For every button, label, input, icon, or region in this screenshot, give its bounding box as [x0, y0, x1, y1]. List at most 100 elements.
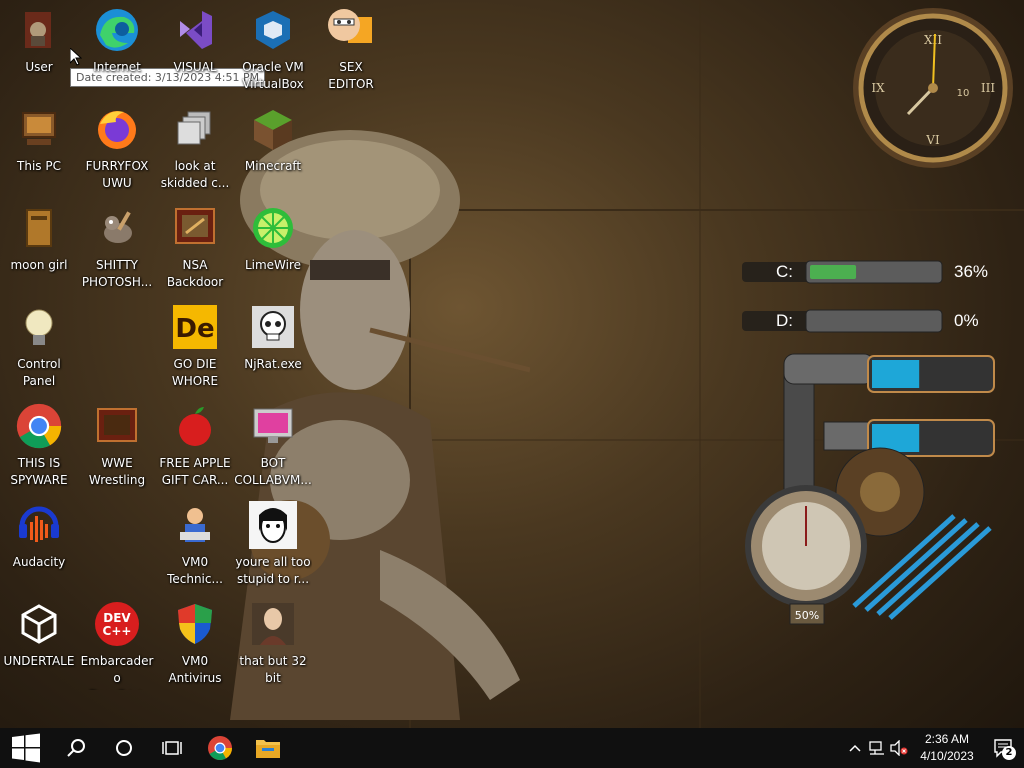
steampunk-clock-gadget[interactable]: XII VI IX III 10 — [848, 4, 1018, 172]
cpu-meter-gadget[interactable]: 50% — [744, 346, 1000, 648]
tv-icon — [93, 402, 141, 450]
desktop-icon[interactable]: This PC — [0, 99, 78, 195]
desktop-icon-label: NSA Backdoor — [166, 258, 224, 289]
shield-icon — [171, 600, 219, 648]
search-button[interactable] — [52, 728, 100, 768]
painting-icon — [249, 600, 297, 648]
desktop-icon-label: SEX EDITOR — [328, 60, 374, 91]
desktop-icon[interactable]: Internet — [78, 0, 156, 96]
desktop-icon-label: look at skidded c... — [160, 159, 230, 190]
firefox-icon — [93, 105, 141, 153]
svg-text:VI: VI — [925, 133, 940, 147]
file-explorer-icon — [256, 740, 280, 758]
portrait-icon — [249, 501, 297, 549]
desktop-icon-label: VM0 Antivirus — [168, 654, 222, 685]
editor-icon — [327, 6, 375, 54]
taskbar-time: 2:36 AM — [924, 732, 970, 746]
desktop-icon-label: Internet — [93, 60, 141, 74]
desktop-icon[interactable]: WWE Wrestling — [78, 396, 156, 492]
desktop-icon-label: THIS IS SPYWARE — [10, 456, 68, 487]
desktop-icon-label: youre all too stupid to r... — [235, 555, 311, 586]
desktop-icon[interactable]: moon girl — [0, 198, 78, 294]
desktop-icon[interactable]: FURRYFOX UWU — [78, 99, 156, 195]
limewire-icon — [249, 204, 297, 252]
desktop-icon[interactable]: Control Panel — [0, 297, 78, 393]
drive-c-meter[interactable]: C: 36% — [742, 258, 1022, 286]
desktop-icon[interactable]: look at skidded c... — [156, 99, 234, 195]
desktop-icon[interactable]: NSA Backdoor — [156, 198, 234, 294]
svg-text:DEV: DEV — [103, 611, 131, 625]
taskbar-clock[interactable]: 2:36 AM 4/10/2023 — [910, 731, 984, 765]
monitor-icon — [249, 402, 297, 450]
desktop-icon[interactable]: Audacity — [0, 495, 78, 591]
files-icon — [171, 105, 219, 153]
volume-muted-icon — [890, 740, 908, 756]
desktop-icon[interactable]: THIS IS SPYWARE — [0, 396, 78, 492]
desktop-icon[interactable]: Minecraft — [234, 99, 312, 195]
cortana-icon — [116, 740, 132, 756]
desktop-icon[interactable]: that but 32 bit — [234, 594, 312, 690]
taskbar-file-explorer-button[interactable] — [244, 728, 292, 768]
desktop-icon-label: BOT COLLABVM... — [234, 456, 312, 487]
desktop-icon-label: This PC — [17, 159, 61, 173]
task-view-icon — [162, 741, 182, 755]
desktop-icon-label: UNDERTALE — [3, 654, 75, 668]
volume-button[interactable] — [888, 728, 910, 768]
desktop-icon[interactable]: User — [0, 0, 78, 96]
search-icon — [67, 739, 85, 757]
desktop-icon-label: Embarcadero Dev-C++ — [80, 654, 154, 690]
desktop-icon[interactable]: LimeWire — [234, 198, 312, 294]
desktop-icon[interactable]: BOT COLLABVM... — [234, 396, 312, 492]
desktop-icon[interactable]: FREE APPLE GIFT CAR... — [156, 396, 234, 492]
desktop-icon[interactable]: youre all too stupid to r... — [234, 495, 312, 591]
desktop-icon-label: User — [25, 60, 53, 74]
cpu-gauge-text: 50% — [795, 609, 819, 622]
chrome-icon — [208, 736, 232, 761]
desktop-icon-label: Minecraft — [244, 159, 302, 173]
desktop-icon[interactable]: DEVC++ Embarcadero Dev-C++ — [78, 594, 156, 690]
technician-icon — [171, 501, 219, 549]
desktop-icon[interactable]: VM0 Antivirus — [156, 594, 234, 690]
taskbar-date: 4/10/2023 — [920, 749, 974, 763]
virtualbox-icon — [249, 6, 297, 54]
drive-c-percent: 36% — [954, 262, 989, 281]
show-hidden-icons-button[interactable] — [844, 728, 866, 768]
desktop-icon-label: Control Panel — [17, 357, 61, 388]
drive-d-meter[interactable]: D: 0% — [742, 307, 1022, 335]
desktop-icon[interactable]: De GO DIE WHORE — [156, 297, 234, 393]
desktop-icon[interactable]: Oracle VM VirtualBox — [234, 0, 312, 96]
desktop-icon[interactable]: NjRat.exe — [234, 297, 312, 393]
start-button[interactable] — [0, 728, 52, 768]
user-folder-icon — [15, 6, 63, 54]
svg-text:10: 10 — [957, 88, 970, 99]
skull-icon — [249, 303, 297, 351]
cortana-button[interactable] — [100, 728, 148, 768]
desktop-icon[interactable]: SHITTY PHOTOSH... — [78, 198, 156, 294]
taskbar: 2:36 AM 4/10/2023 2 — [0, 728, 1024, 768]
computer-icon — [15, 105, 63, 153]
desktop-icon[interactable]: SEX EDITOR — [312, 0, 390, 96]
desktop-icon[interactable]: UNDERTALE — [0, 594, 78, 690]
network-button[interactable] — [866, 728, 888, 768]
drive-d-percent: 0% — [954, 311, 979, 330]
desktop-icon-label: VM0 Technic... — [167, 555, 223, 586]
devcpp-icon: DEV C++ — [93, 600, 141, 648]
network-icon — [869, 741, 884, 755]
desktop-icon-label: Audacity — [12, 555, 66, 569]
book-icon — [15, 204, 63, 252]
desktop-icon-label: FREE APPLE GIFT CAR... — [159, 456, 231, 487]
taskbar-chrome-button[interactable] — [196, 728, 244, 768]
task-view-button[interactable] — [148, 728, 196, 768]
minecraft-icon — [249, 105, 297, 153]
desktop-icon-label: FURRYFOX UWU — [85, 159, 149, 190]
desktop-icon-label: WWE Wrestling — [88, 456, 146, 487]
desktop-icon[interactable]: VM0 Technic... — [156, 495, 234, 591]
chevron-up-icon — [849, 744, 861, 752]
visual-studio-icon — [171, 6, 219, 54]
action-center-button[interactable]: 2 — [984, 728, 1024, 768]
apple-icon — [171, 402, 219, 450]
desktop-icon-label: Oracle VM VirtualBox — [242, 60, 304, 91]
desktop-icon-label: VISUAL — [173, 60, 217, 74]
desktop-icon[interactable]: VISUAL — [156, 0, 234, 96]
unity-icon — [15, 600, 63, 648]
